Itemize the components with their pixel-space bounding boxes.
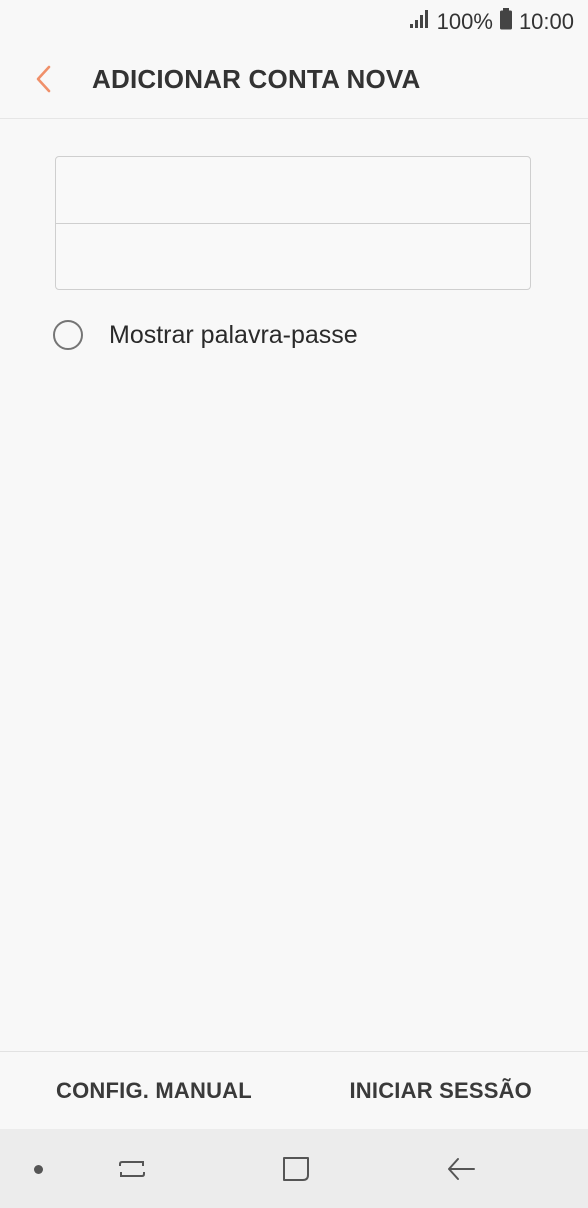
recent-apps-icon[interactable] bbox=[116, 1153, 148, 1190]
bottom-action-bar: CONFIG. MANUAL INICIAR SESSÃO bbox=[0, 1051, 588, 1130]
status-indicators: 100% 10:00 bbox=[409, 8, 574, 36]
show-password-toggle[interactable]: Mostrar palavra-passe bbox=[53, 320, 358, 350]
battery-percent: 100% bbox=[436, 9, 493, 34]
account-form bbox=[55, 156, 531, 290]
battery-icon bbox=[499, 8, 513, 36]
show-password-label: Mostrar palavra-passe bbox=[109, 320, 358, 349]
status-bar: 100% 10:00 bbox=[0, 0, 588, 40]
dot-indicator-icon bbox=[34, 1165, 43, 1174]
app-header: ADICIONAR CONTA NOVA bbox=[0, 40, 588, 119]
manual-setup-button[interactable]: CONFIG. MANUAL bbox=[56, 1078, 252, 1104]
signal-icon bbox=[409, 9, 431, 35]
show-password-radio[interactable] bbox=[53, 320, 83, 350]
home-icon[interactable] bbox=[280, 1153, 312, 1190]
chevron-left-icon bbox=[36, 65, 51, 93]
email-field[interactable] bbox=[56, 157, 530, 223]
clock: 10:00 bbox=[518, 9, 574, 34]
sign-in-button[interactable]: INICIAR SESSÃO bbox=[350, 1078, 533, 1104]
back-button[interactable] bbox=[28, 62, 62, 96]
page-title: ADICIONAR CONTA NOVA bbox=[92, 64, 421, 94]
back-icon[interactable] bbox=[444, 1153, 478, 1190]
system-nav-bar bbox=[0, 1129, 588, 1208]
password-field[interactable] bbox=[56, 224, 530, 290]
